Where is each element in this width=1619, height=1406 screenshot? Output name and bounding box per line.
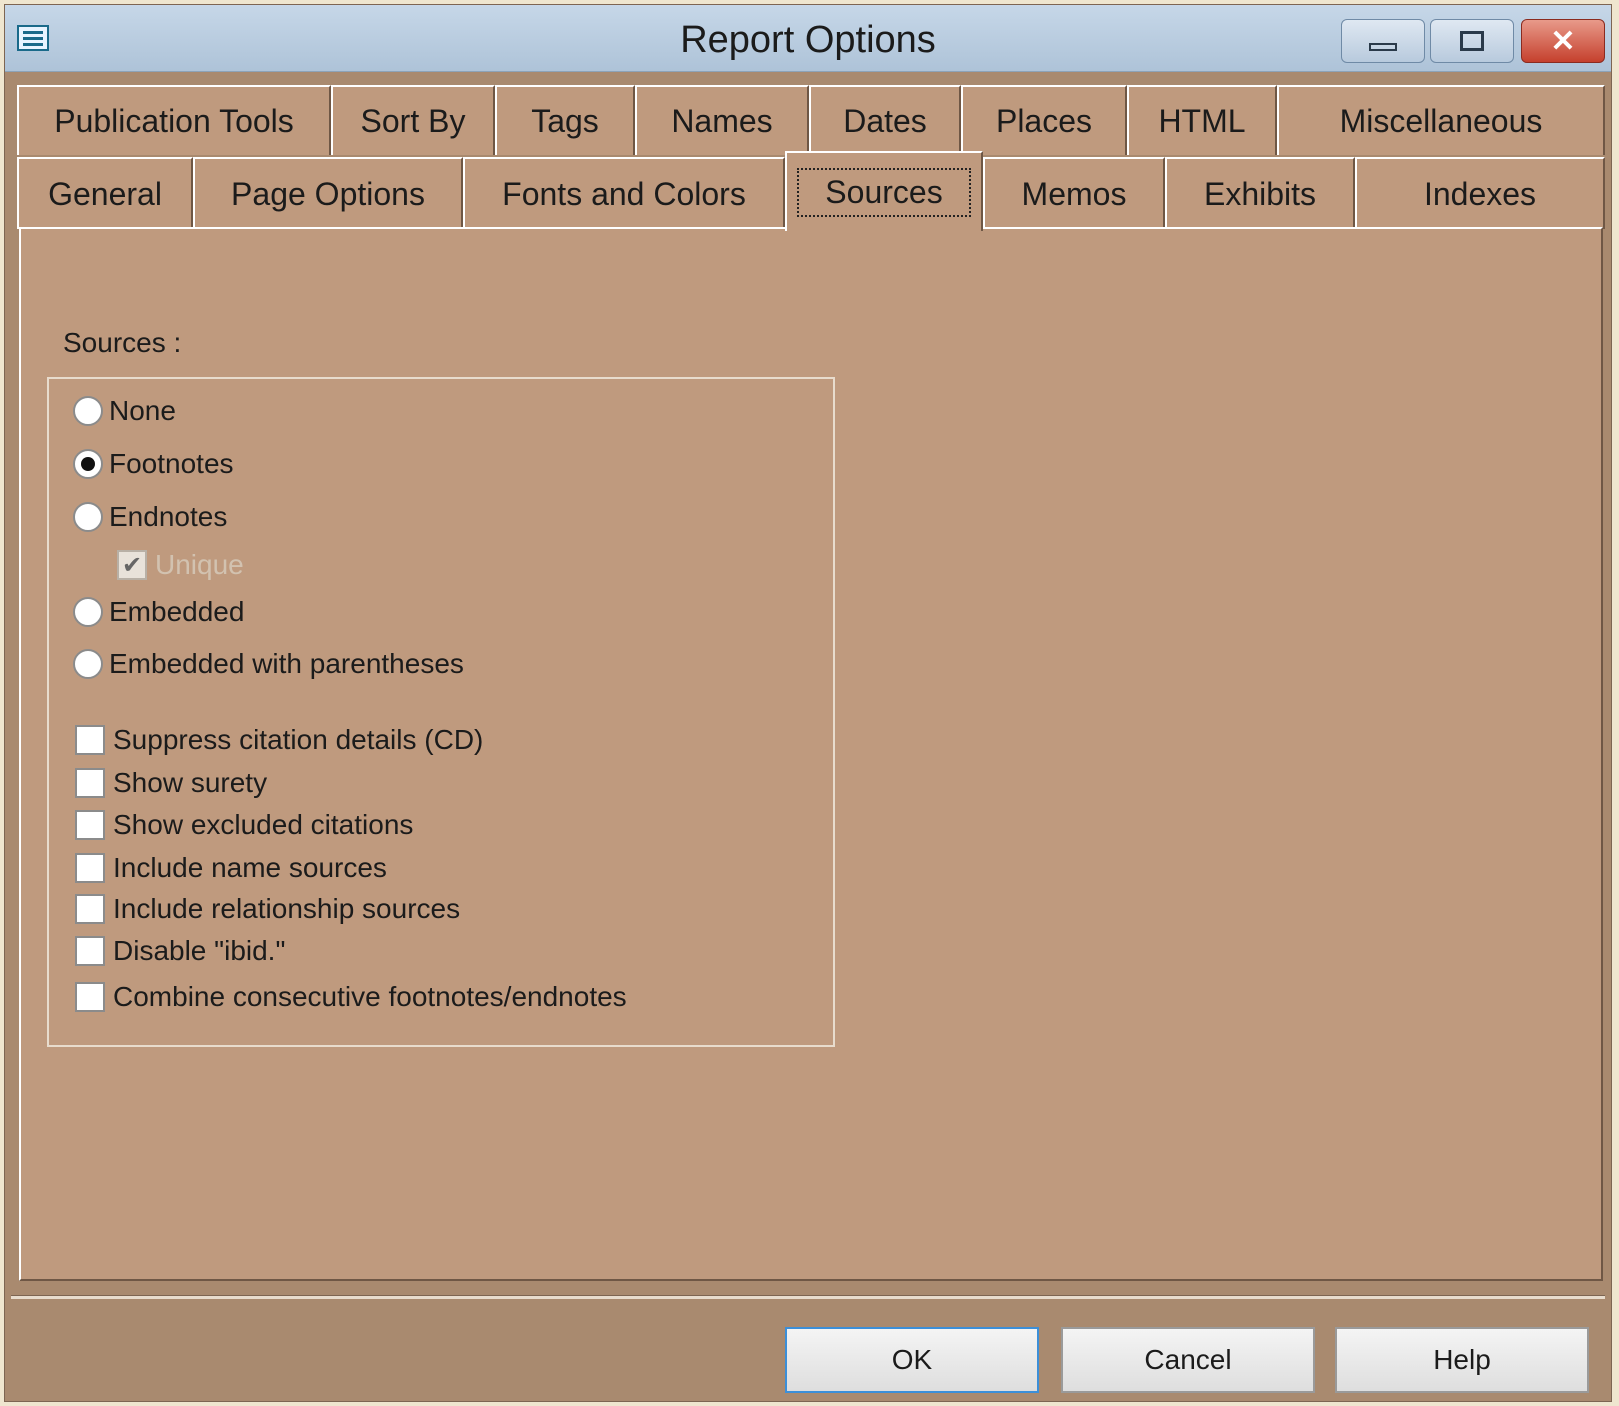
sources-group-label: Sources : xyxy=(63,327,182,358)
radio-embedded-with-parentheses[interactable]: Embedded with parentheses xyxy=(73,648,464,680)
radio-button-selected[interactable] xyxy=(73,449,103,479)
tab-names[interactable]: Names xyxy=(635,85,809,155)
tab-exhibits[interactable]: Exhibits xyxy=(1165,157,1355,229)
checkbox-disable-ibid[interactable]: Disable "ibid." xyxy=(75,935,285,967)
report-options-dialog: Report Options ✕ Publication Tools Sort … xyxy=(4,4,1612,1402)
checkbox[interactable] xyxy=(75,982,105,1012)
checkbox[interactable] xyxy=(75,810,105,840)
footer-separator xyxy=(11,1295,1605,1299)
checkbox-include-relationship-sources[interactable]: Include relationship sources xyxy=(75,893,460,925)
minimize-icon xyxy=(1369,43,1397,51)
cancel-button[interactable]: Cancel xyxy=(1061,1327,1315,1393)
tab-general[interactable]: General xyxy=(17,157,193,229)
checkbox-combine-consecutive-notes[interactable]: Combine consecutive footnotes/endnotes xyxy=(75,981,627,1013)
checkbox[interactable] xyxy=(75,725,105,755)
tab-indexes[interactable]: Indexes xyxy=(1355,157,1605,229)
radio-embedded[interactable]: Embedded xyxy=(73,596,244,628)
tab-places[interactable]: Places xyxy=(961,85,1127,155)
tab-miscellaneous[interactable]: Miscellaneous xyxy=(1277,85,1605,155)
radio-button[interactable] xyxy=(73,396,103,426)
checkmark-icon[interactable]: ✔ xyxy=(117,550,147,580)
maximize-button[interactable] xyxy=(1430,19,1514,63)
radio-endnotes[interactable]: Endnotes xyxy=(73,501,227,533)
close-button[interactable]: ✕ xyxy=(1521,19,1605,63)
checkbox[interactable] xyxy=(75,768,105,798)
tab-page-options[interactable]: Page Options xyxy=(193,157,463,229)
tab-publication-tools[interactable]: Publication Tools xyxy=(17,85,331,155)
radio-button[interactable] xyxy=(73,597,103,627)
radio-button[interactable] xyxy=(73,502,103,532)
radio-button[interactable] xyxy=(73,649,103,679)
checkbox[interactable] xyxy=(75,853,105,883)
checkbox-show-surety[interactable]: Show surety xyxy=(75,767,267,799)
checkbox[interactable] xyxy=(75,936,105,966)
close-icon: ✕ xyxy=(1550,24,1576,58)
title-bar[interactable]: Report Options ✕ xyxy=(5,5,1611,72)
ok-button[interactable]: OK xyxy=(785,1327,1039,1393)
checkbox-include-name-sources[interactable]: Include name sources xyxy=(75,852,387,884)
minimize-button[interactable] xyxy=(1341,19,1425,63)
radio-none[interactable]: None xyxy=(73,395,176,427)
tab-sort-by[interactable]: Sort By xyxy=(331,85,495,155)
tab-tags[interactable]: Tags xyxy=(495,85,635,155)
radio-footnotes[interactable]: Footnotes xyxy=(73,448,234,480)
tab-html[interactable]: HTML xyxy=(1127,85,1277,155)
restore-icon xyxy=(1460,31,1484,51)
tab-fonts-and-colors[interactable]: Fonts and Colors xyxy=(463,157,785,229)
checkbox-suppress-citation-details[interactable]: Suppress citation details (CD) xyxy=(75,724,483,756)
help-button[interactable]: Help xyxy=(1335,1327,1589,1393)
tab-sources[interactable]: Sources xyxy=(785,151,983,231)
tab-dates[interactable]: Dates xyxy=(809,85,961,155)
checkbox-show-excluded-citations[interactable]: Show excluded citations xyxy=(75,809,413,841)
checkbox-unique[interactable]: ✔ Unique xyxy=(117,549,244,581)
checkbox[interactable] xyxy=(75,894,105,924)
tab-memos[interactable]: Memos xyxy=(983,157,1165,229)
